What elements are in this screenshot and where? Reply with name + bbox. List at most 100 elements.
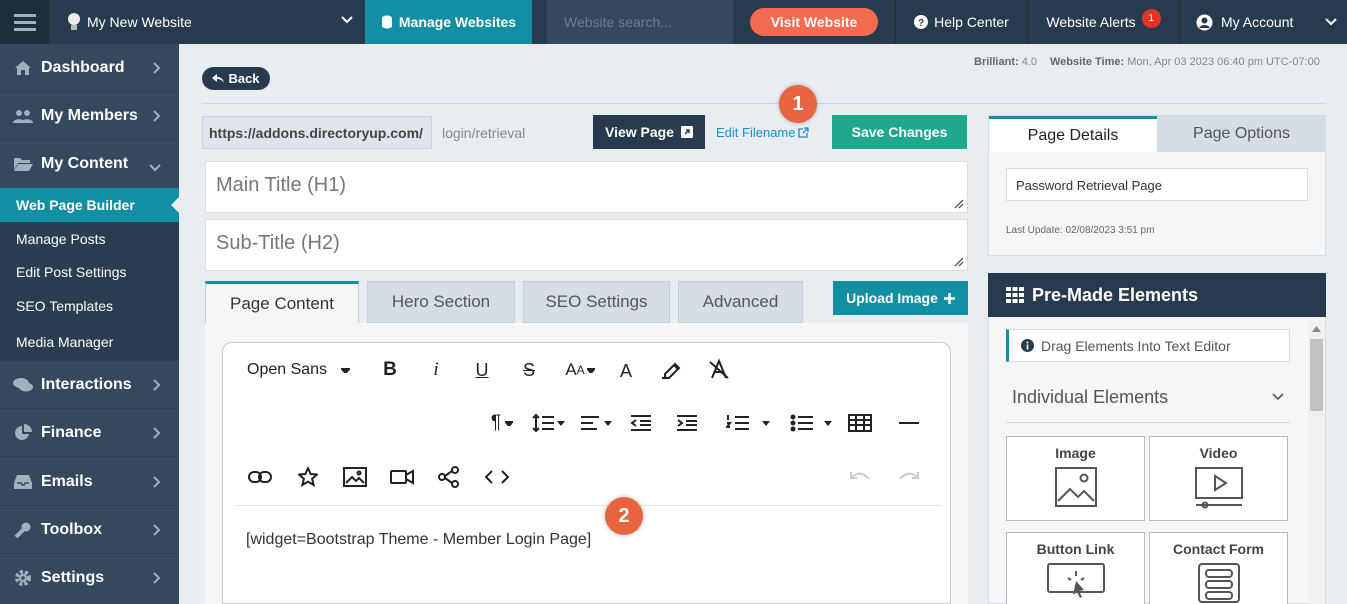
scrollbar-track[interactable] (1308, 321, 1325, 604)
element-button-link[interactable]: Button Link (1006, 532, 1145, 604)
element-image[interactable]: Image (1006, 436, 1145, 521)
individual-elements-accordion[interactable]: Individual Elements (1006, 381, 1290, 423)
sidebar-subitem-media-manager[interactable]: Media Manager (0, 323, 179, 361)
page-name-input[interactable]: Password Retrieval Page (1006, 168, 1308, 201)
website-alerts-link[interactable]: Website Alerts 1 (1027, 0, 1179, 44)
element-contact-form[interactable]: Contact Form (1149, 532, 1288, 604)
tab-seo-settings[interactable]: SEO Settings (523, 281, 670, 323)
tab-page-options[interactable]: Page Options (1157, 116, 1326, 152)
font-family-dropdown[interactable]: Open Sans (247, 359, 351, 381)
scrollbar-thumb[interactable] (1310, 339, 1323, 411)
toolbar-divider (235, 505, 942, 506)
chevron-right-icon (153, 61, 161, 79)
sidebar-item-interactions[interactable]: Interactions (0, 361, 179, 409)
chevron-down-icon (341, 13, 353, 30)
chevron-right-icon (153, 426, 161, 444)
callout-badge: 2 (605, 497, 643, 535)
redo-icon[interactable] (896, 465, 922, 489)
caret-down-icon (341, 367, 351, 373)
insert-video-icon[interactable] (389, 465, 415, 489)
sidebar-subitem-web-page-builder[interactable]: Web Page Builder (0, 188, 179, 222)
bold-icon[interactable]: B (379, 359, 401, 381)
page-details-panel: Page Details Page Options Password Retri… (988, 115, 1326, 256)
my-account-menu[interactable]: My Account (1179, 0, 1347, 44)
sidebar-item-finance[interactable]: Finance (0, 409, 179, 457)
view-page-button[interactable]: View Page (593, 115, 705, 149)
sidebar-item-label: My Members (41, 106, 138, 124)
sidebar-subitem-edit-post-settings[interactable]: Edit Post Settings (0, 255, 179, 289)
share-icon[interactable] (436, 465, 462, 489)
sidebar-item-emails[interactable]: Emails (0, 458, 179, 506)
grid-icon (1006, 287, 1024, 303)
line-height-icon[interactable] (529, 411, 567, 435)
divider (202, 103, 1326, 104)
form-icon (1150, 563, 1287, 603)
chevron-right-icon (153, 109, 161, 127)
main-title-input[interactable]: Main Title (H1) (205, 161, 968, 213)
version-label: Brilliant: (974, 56, 1019, 68)
table-icon[interactable] (847, 411, 873, 435)
element-label: Contact Form (1173, 541, 1264, 557)
code-view-icon[interactable] (484, 465, 510, 489)
link-icon[interactable] (247, 465, 273, 489)
sidebar-item-members[interactable]: My Members (0, 92, 179, 140)
sidebar-item-dashboard[interactable]: Dashboard (0, 44, 179, 92)
tab-page-content[interactable]: Page Content (205, 281, 359, 324)
sidebar-subitem-seo-templates[interactable]: SEO Templates (0, 289, 179, 323)
insert-image-icon[interactable] (342, 465, 368, 489)
horizontal-line-icon[interactable] (897, 411, 921, 435)
underline-icon[interactable]: U (471, 359, 493, 381)
sidebar-subitem-manage-posts[interactable]: Manage Posts (0, 222, 179, 256)
sidebar-item-settings[interactable]: Settings (0, 554, 179, 602)
upload-image-button[interactable]: Upload Image (833, 281, 968, 315)
font-size-icon[interactable]: AA (560, 359, 600, 381)
indent-icon[interactable] (675, 411, 699, 435)
save-changes-button[interactable]: Save Changes (832, 115, 967, 149)
star-icon[interactable] (296, 465, 320, 489)
unordered-list-icon[interactable] (786, 411, 836, 435)
chevron-right-icon (153, 523, 161, 541)
inbox-icon (12, 474, 34, 490)
visit-website-label: Visit Website (770, 14, 858, 30)
tab-page-details[interactable]: Page Details (989, 116, 1157, 152)
edit-filename-link[interactable]: Edit Filename (716, 125, 810, 140)
subtitle-input[interactable]: Sub-Title (H2) (205, 219, 968, 271)
chevron-down-icon (1325, 15, 1337, 31)
editor-content[interactable]: [widget=Bootstrap Theme - Member Login P… (246, 531, 591, 549)
manage-websites-button[interactable]: Manage Websites (365, 0, 532, 44)
website-selector[interactable]: My New Website (49, 0, 365, 44)
website-search-input[interactable]: Website search... (547, 0, 733, 44)
ordered-list-icon[interactable] (723, 411, 773, 435)
align-icon[interactable] (577, 411, 615, 435)
highlighter-icon[interactable] (660, 357, 684, 381)
element-video[interactable]: Video (1149, 436, 1288, 521)
visit-website-button[interactable]: Visit Website (750, 8, 878, 36)
help-center-link[interactable]: ? Help Center (895, 0, 1027, 44)
image-icon (1007, 467, 1144, 507)
tab-hero-section[interactable]: Hero Section (367, 281, 515, 323)
outdent-icon[interactable] (629, 411, 653, 435)
sidebar-item-label: Toolbox (41, 520, 103, 538)
external-link-icon (681, 126, 693, 138)
users-icon (12, 108, 34, 124)
hamburger-menu-icon[interactable] (0, 0, 49, 44)
reply-arrow-icon (212, 73, 225, 84)
website-time-info: Website Time: Mon, Apr 03 2023 06:40 pm … (1050, 56, 1320, 68)
back-button[interactable]: Back (202, 67, 270, 90)
strikethrough-icon[interactable]: S (518, 359, 540, 381)
italic-icon[interactable]: i (425, 359, 447, 381)
undo-icon[interactable] (847, 465, 873, 489)
subtitle-placeholder: Sub-Title (H2) (216, 232, 340, 254)
sidebar-subitem-label: Media Manager (16, 334, 114, 350)
url-path-input[interactable]: login/retrieval (432, 116, 593, 149)
last-update-text: Last Update: 02/08/2023 3:51 pm (1006, 225, 1155, 236)
tab-advanced[interactable]: Advanced (678, 281, 803, 323)
text-color-icon[interactable]: A (615, 359, 637, 383)
clear-formatting-icon[interactable] (707, 357, 731, 381)
font-family-label: Open Sans (247, 361, 328, 378)
paragraph-format-icon[interactable]: ¶ (485, 411, 519, 435)
sidebar-item-toolbox[interactable]: Toolbox (0, 506, 179, 554)
sidebar-item-label: Finance (41, 423, 102, 441)
sidebar-item-content[interactable]: My Content (0, 140, 179, 188)
sidebar-item-label: My Content (41, 155, 129, 172)
